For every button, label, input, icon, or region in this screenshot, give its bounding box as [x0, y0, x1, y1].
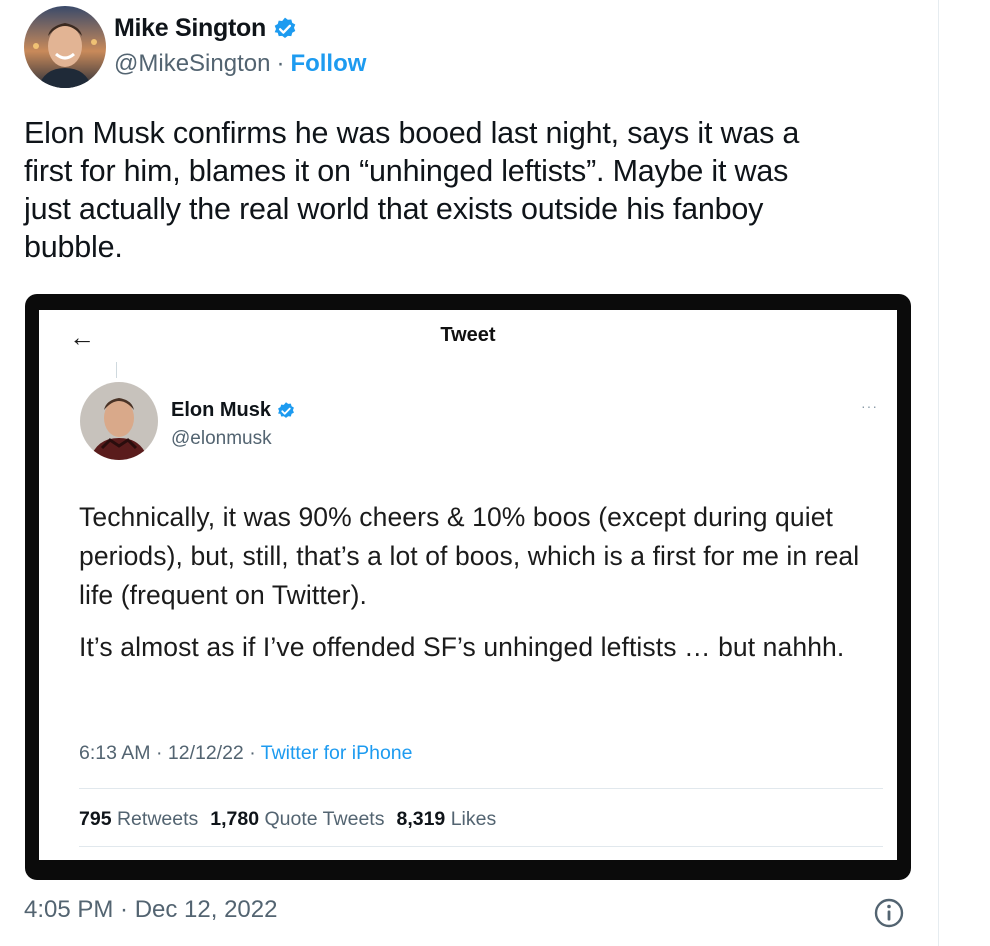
verified-badge-icon [274, 17, 296, 38]
embedded-tweet-screenshot: ← Tweet Elon Musk @elonmusk ··· Technica… [39, 310, 897, 860]
thread-line [116, 362, 117, 378]
likes-count: 8,319 [396, 808, 446, 830]
quote-tweets-stat: 1,780 Quote Tweets [210, 808, 384, 831]
embedded-tweet-body: Technically, it was 90% cheers & 10% boo… [79, 502, 860, 610]
info-icon[interactable] [873, 897, 905, 929]
author-handle[interactable]: @MikeSington [114, 50, 270, 78]
embedded-author-avatar [80, 382, 158, 460]
embedded-avatar-photo [80, 382, 158, 460]
embedded-meta: 6:13 AM · 12/12/22 · Twitter for iPhone [79, 742, 413, 765]
embedded-image[interactable]: ← Tweet Elon Musk @elonmusk ··· Technica… [25, 294, 911, 880]
embedded-header-title: Tweet [440, 324, 496, 346]
likes-stat: 8,319 Likes [396, 808, 496, 831]
embedded-meta-time: 6:13 AM · 12/12/22 · [79, 742, 261, 764]
divider [79, 846, 883, 847]
follow-button[interactable]: Follow [290, 50, 366, 78]
handle-separator: · [276, 50, 285, 77]
embedded-author-handle: @elonmusk [171, 428, 272, 449]
author-avatar[interactable] [24, 6, 106, 88]
right-divider [938, 0, 939, 946]
retweets-count: 795 [79, 808, 112, 830]
embedded-tweet-body-2: It’s almost as if I’ve offended SF’s unh… [79, 632, 845, 662]
embedded-author-name-row: Elon Musk [171, 399, 296, 422]
retweets-stat: 795 Retweets [79, 808, 198, 831]
author-display-name[interactable]: Mike Sington [114, 14, 298, 43]
more-options-icon: ··· [861, 398, 878, 414]
divider [79, 788, 883, 789]
avatar-photo [24, 6, 106, 88]
likes-label: Likes [450, 808, 497, 830]
quote-tweets-count: 1,780 [210, 808, 260, 830]
retweets-label: Retweets [116, 808, 199, 830]
tweet-text: Elon Musk confirms he was booed last nig… [24, 116, 800, 264]
author-name[interactable]: Mike Sington [114, 14, 266, 43]
embedded-meta-app: Twitter for iPhone [260, 742, 413, 764]
verified-badge-icon [278, 401, 294, 418]
author-handle-row: @MikeSington · Follow [114, 50, 366, 78]
embedded-stats: 795 Retweets 1,780 Quote Tweets 8,319 Li… [79, 808, 496, 831]
tweet-timestamp[interactable]: 4:05 PM · Dec 12, 2022 [24, 896, 277, 924]
quote-tweets-label: Quote Tweets [264, 808, 385, 830]
embedded-author-name: Elon Musk [171, 399, 272, 421]
